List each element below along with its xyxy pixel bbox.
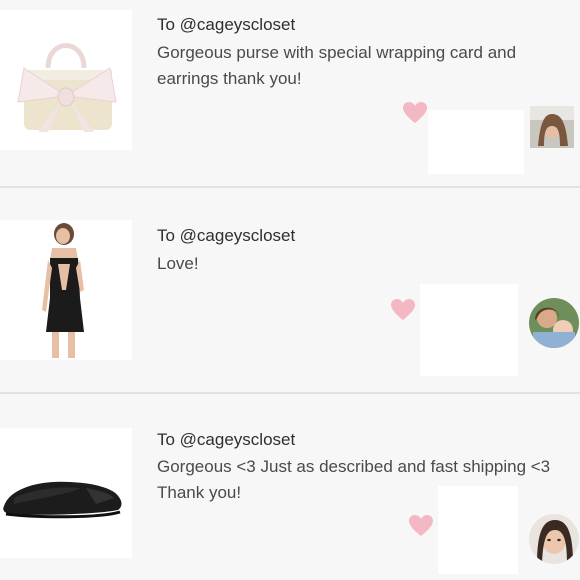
- avatar-photo: [529, 514, 579, 564]
- review-card: To @cageyscloset Love!: [0, 188, 580, 392]
- shoe-image: [3, 481, 122, 519]
- media-placeholder: [438, 486, 518, 574]
- dress-image: [42, 223, 84, 358]
- review-card: To @cageyscloset Gorgeous purse with spe…: [0, 0, 580, 186]
- heart-icon[interactable]: [408, 514, 434, 538]
- media-placeholder: [428, 110, 524, 174]
- item-thumbnail-shoe[interactable]: [0, 428, 132, 558]
- heart-icon[interactable]: [390, 298, 416, 322]
- review-message: Gorgeous purse with special wrapping car…: [157, 43, 517, 88]
- recipient-line[interactable]: To @cageyscloset: [157, 226, 295, 246]
- recipient-line[interactable]: To @cageyscloset: [157, 15, 295, 35]
- review-message: Love!: [157, 254, 199, 273]
- media-placeholder: [420, 284, 518, 376]
- reviewer-avatar[interactable]: [530, 106, 574, 148]
- avatar-photo: [530, 106, 574, 148]
- item-thumbnail-dress[interactable]: [0, 220, 132, 360]
- item-thumbnail-purse[interactable]: [0, 10, 132, 150]
- purse-image: [17, 43, 117, 132]
- heart-icon[interactable]: [402, 101, 428, 125]
- recipient-line[interactable]: To @cageyscloset: [157, 430, 295, 450]
- reviewer-avatar[interactable]: [529, 298, 579, 348]
- reviewer-avatar[interactable]: [529, 514, 579, 564]
- avatar-photo: [529, 298, 579, 348]
- review-card: To @cageyscloset Gorgeous <3 Just as des…: [0, 394, 580, 580]
